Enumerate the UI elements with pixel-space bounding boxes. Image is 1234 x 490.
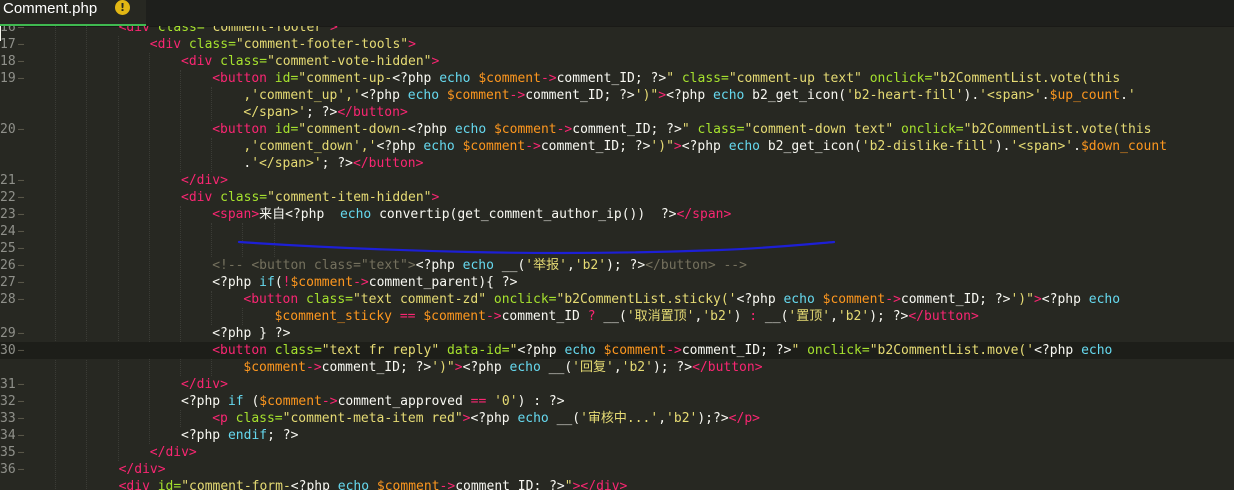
code-editor[interactable]: 16– <div class="comment-footer"> 17– <div c… <box>0 26 1234 490</box>
blue-underline-stroke <box>237 240 836 255</box>
tab-comment-php[interactable]: Comment.php ! <box>0 0 146 26</box>
pen-annotation <box>237 240 836 255</box>
warning-icon[interactable]: ! <box>115 0 130 15</box>
tab-bar: Comment.php ! <box>0 0 1234 27</box>
tab-title: Comment.php <box>3 0 98 17</box>
